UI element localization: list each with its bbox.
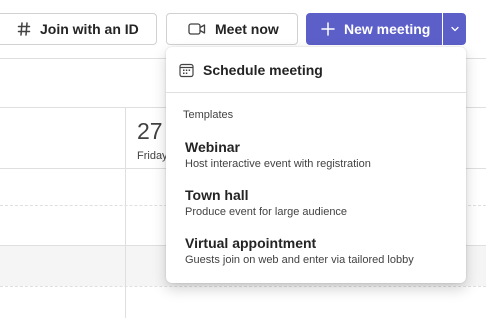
join-with-id-label: Join with an ID [40,21,139,37]
template-description: Host interactive event with registration [185,158,371,170]
menu-divider [166,92,466,93]
video-camera-icon [188,22,206,36]
template-item-webinar[interactable]: Webinar Host interactive event with regi… [166,139,466,181]
schedule-meeting-item[interactable]: Schedule meeting [166,55,466,85]
meet-now-button[interactable]: Meet now [166,13,298,45]
template-title: Webinar [185,139,240,155]
schedule-meeting-label: Schedule meeting [203,62,323,78]
new-meeting-dropdown: Schedule meeting Templates Webinar Host … [166,47,466,283]
chevron-down-icon [450,24,460,34]
plus-icon [321,22,335,36]
template-item-town-hall[interactable]: Town hall Produce event for large audien… [166,187,466,229]
template-item-virtual-appointment[interactable]: Virtual appointment Guests join on web a… [166,235,466,277]
hashtag-icon [17,22,31,36]
calendar-icon [179,63,194,78]
new-meeting-options-button[interactable] [443,13,466,45]
day-number: 27 [137,118,163,144]
new-meeting-label: New meeting [344,21,431,37]
new-meeting-button[interactable]: New meeting [306,13,442,45]
day-name: Friday [137,150,168,162]
day-column-divider [125,108,126,318]
grid-line [0,286,486,287]
template-description: Guests join on web and enter via tailore… [185,254,414,266]
meet-now-label: Meet now [215,21,279,37]
join-with-id-button[interactable]: Join with an ID [0,13,157,45]
templates-header: Templates [183,109,234,121]
template-description: Produce event for large audience [185,206,348,218]
template-title: Town hall [185,187,249,203]
template-title: Virtual appointment [185,235,317,251]
